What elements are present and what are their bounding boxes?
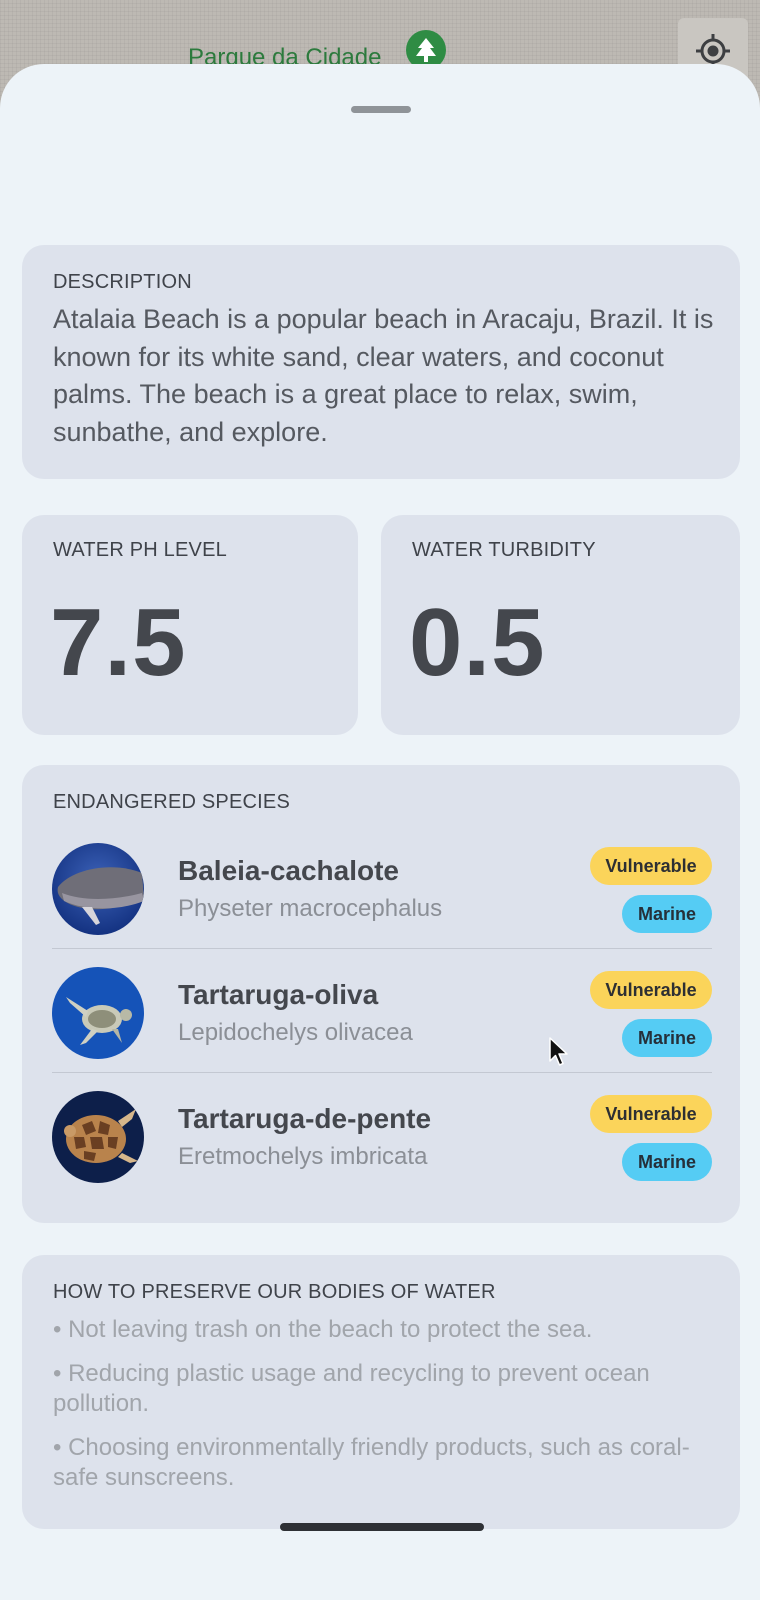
water-ph-value: 7.5 [50,589,187,696]
species-row-tartaruga-oliva[interactable]: Tartaruga-oliva Lepidochelys olivacea Vu… [52,949,712,1073]
preservation-tips-card: HOW TO PRESERVE OUR BODIES OF WATER • No… [22,1255,740,1529]
marine-badge: Marine [622,895,712,933]
description-text: Atalaia Beach is a popular beach in Arac… [53,304,714,447]
water-turbidity-value: 0.5 [409,589,546,696]
beach-details-sheet: DESCRIPTION Atalaia Beach is a popular b… [0,64,760,1600]
sperm-whale-photo [52,843,144,935]
species-scientific-name: Eretmochelys imbricata [178,1143,428,1170]
marine-badge: Marine [622,1019,712,1057]
marine-badge: Marine [622,1143,712,1181]
endangered-species-card: ENDANGERED SPECIES Baleia-cachalote Phys… [22,765,740,1223]
home-indicator[interactable] [280,1523,484,1531]
vulnerable-badge: Vulnerable [590,1095,712,1133]
description-title: DESCRIPTION [53,271,192,293]
water-ph-title: WATER PH LEVEL [53,539,227,561]
water-turbidity-title: WATER TURBIDITY [412,539,596,561]
species-name: Tartaruga-de-pente [178,1103,432,1134]
species-scientific-name: Physeter macrocephalus [178,895,443,922]
species-name: Baleia-cachalote [178,855,399,886]
species-scientific-name: Lepidochelys olivacea [178,1019,413,1046]
vulnerable-badge: Vulnerable [590,971,712,1009]
preservation-tip: • Reducing plastic usage and recycling t… [53,1360,650,1417]
sheet-drag-handle[interactable] [351,106,411,113]
mouse-cursor-icon [549,1037,569,1072]
olive-ridley-turtle-photo [52,967,144,1059]
preservation-tips-title: HOW TO PRESERVE OUR BODIES OF WATER [53,1281,496,1303]
species-name: Tartaruga-oliva [178,979,379,1010]
hawksbill-turtle-photo [52,1091,144,1183]
preservation-tip: • Not leaving trash on the beach to prot… [53,1316,593,1343]
species-row-tartaruga-de-pente[interactable]: Tartaruga-de-pente Eretmochelys imbricat… [52,1073,712,1197]
species-row-baleia-cachalote[interactable]: Baleia-cachalote Physeter macrocephalus … [52,825,712,949]
vulnerable-badge: Vulnerable [590,847,712,885]
water-turbidity-card: WATER TURBIDITY 0.5 [381,515,740,735]
water-ph-card: WATER PH LEVEL 7.5 [22,515,358,735]
description-card: DESCRIPTION Atalaia Beach is a popular b… [22,245,740,479]
endangered-species-title: ENDANGERED SPECIES [53,791,290,813]
preservation-tip: • Choosing environmentally friendly prod… [53,1434,690,1491]
